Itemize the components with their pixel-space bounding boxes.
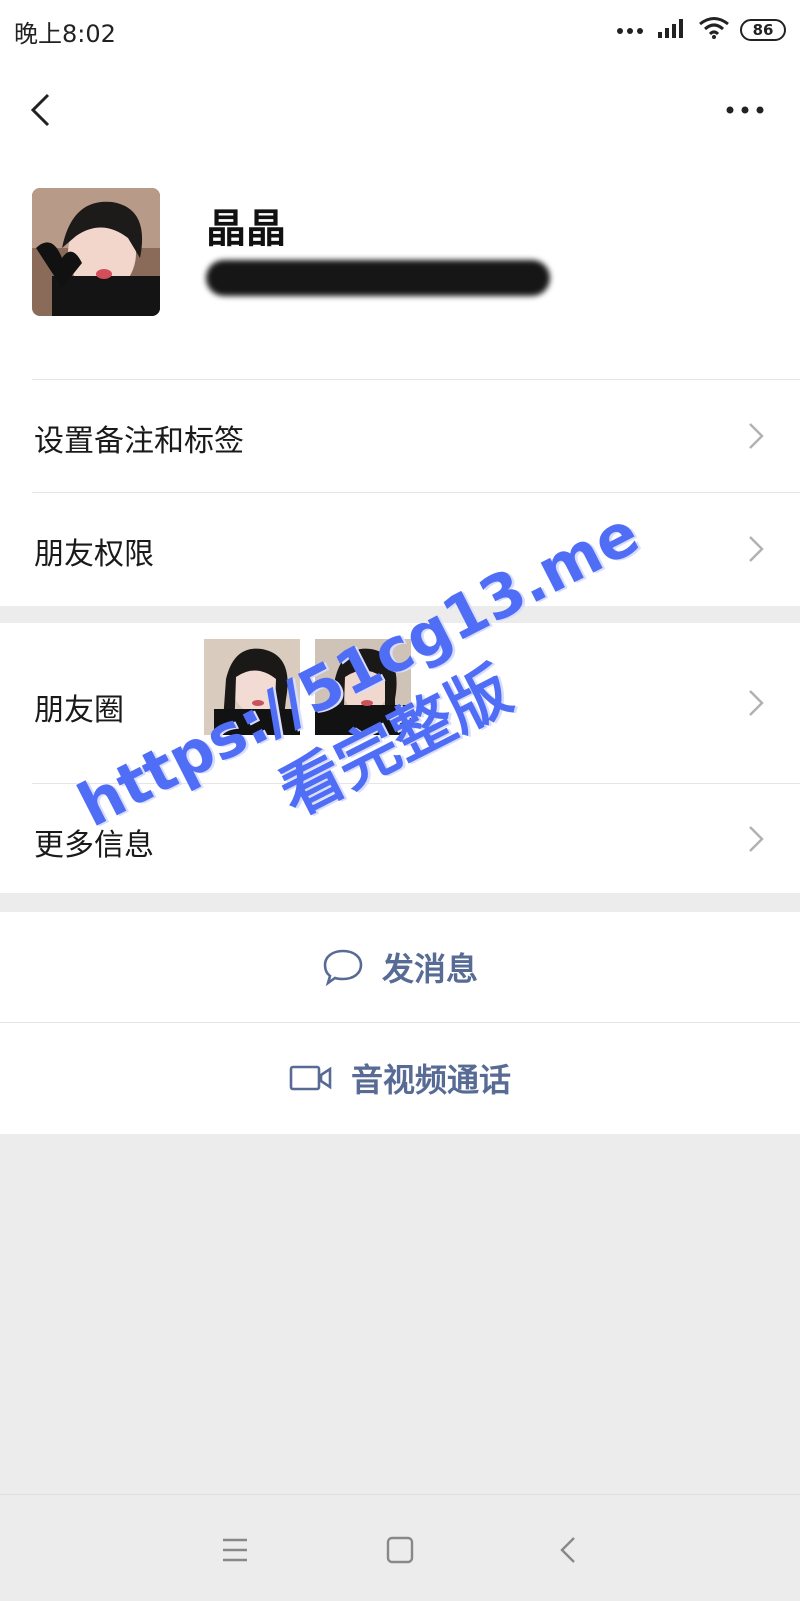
- profile-name: 晶晶: [206, 206, 286, 252]
- home-square-icon: [386, 1536, 414, 1564]
- system-back-button[interactable]: [543, 1525, 593, 1575]
- recents-button[interactable]: [210, 1525, 260, 1575]
- status-icons: 86: [616, 14, 786, 46]
- video-camera-icon: [289, 1065, 332, 1091]
- signal-dots-icon: [616, 21, 646, 40]
- actions-card: 发消息 音视频通话: [0, 912, 800, 1134]
- send-message-label: 发消息: [381, 950, 478, 988]
- chevron-right-icon: [749, 423, 764, 449]
- home-button[interactable]: [375, 1525, 425, 1575]
- signal-bars-icon: [656, 17, 688, 43]
- set-remark-label: 设置备注和标签: [34, 424, 244, 459]
- back-chevron-icon: [30, 93, 50, 127]
- moments-card: 朋友圈 更多信息: [0, 623, 800, 893]
- battery-indicator: 86: [740, 19, 786, 41]
- set-remark-row[interactable]: 设置备注和标签: [0, 380, 800, 492]
- video-call-button[interactable]: 音视频通话: [0, 1023, 800, 1133]
- chevron-right-icon: [749, 536, 764, 562]
- avatar[interactable]: [32, 188, 160, 316]
- chat-bubble-icon: [323, 949, 363, 986]
- moments-label: 朋友圈: [34, 693, 124, 728]
- status-bar: 晚上8:02 86: [0, 0, 800, 60]
- moments-thumbnail: [204, 639, 300, 735]
- video-call-label: 音视频通话: [350, 1061, 511, 1099]
- moments-thumbnail: [315, 639, 411, 735]
- back-triangle-icon: [560, 1537, 575, 1563]
- friend-permissions-label: 朋友权限: [34, 537, 154, 572]
- redacted-wechat-id: [206, 260, 550, 296]
- chevron-right-icon: [749, 690, 764, 716]
- wifi-icon: [698, 16, 730, 44]
- more-dots-icon: [726, 106, 764, 114]
- profile-header: 晶晶: [0, 160, 800, 380]
- more-info-label: 更多信息: [34, 828, 154, 863]
- status-time: 晚上8:02: [14, 20, 116, 48]
- settings-card: 设置备注和标签 朋友权限: [0, 380, 800, 606]
- menu-lines-icon: [223, 1538, 247, 1562]
- more-button[interactable]: [720, 85, 770, 135]
- moments-row[interactable]: 朋友圈: [0, 623, 800, 783]
- nav-bar: [0, 60, 800, 160]
- chevron-right-icon: [749, 826, 764, 852]
- send-message-button[interactable]: 发消息: [0, 912, 800, 1022]
- system-navigation-bar: [0, 1494, 800, 1601]
- friend-permissions-row[interactable]: 朋友权限: [0, 493, 800, 606]
- back-button[interactable]: [20, 85, 60, 135]
- more-info-row[interactable]: 更多信息: [0, 784, 800, 893]
